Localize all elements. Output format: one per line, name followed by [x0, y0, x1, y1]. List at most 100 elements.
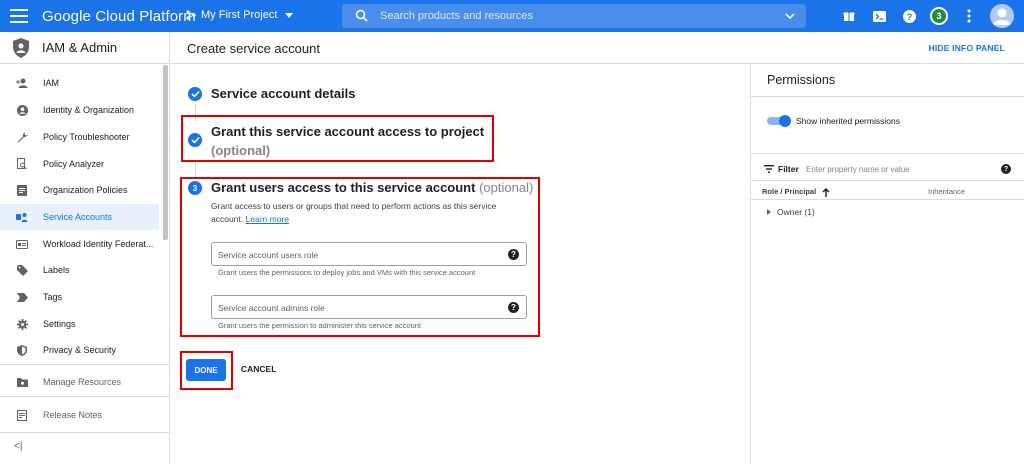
help-icon[interactable]: ?: [508, 302, 519, 313]
row-label: Owner (1): [777, 207, 815, 217]
shield-icon: [16, 344, 28, 356]
column-header-inheritance[interactable]: Inheritance: [928, 187, 965, 196]
sort-arrow-up-icon: [822, 187, 830, 197]
iam-shield-icon: [13, 37, 29, 58]
filter-icon: [764, 165, 774, 173]
learn-more-link[interactable]: Learn more: [246, 214, 289, 224]
cloud-shell-icon[interactable]: [870, 7, 888, 25]
account-circle-icon: [16, 104, 28, 116]
sidebar-item-label: IAM: [43, 78, 60, 88]
users-role-input[interactable]: [218, 247, 498, 262]
sidebar-item-settings[interactable]: Settings: [0, 311, 159, 337]
step-3-description: Grant access to users or groups that nee…: [211, 200, 511, 226]
wrench-icon: [16, 131, 28, 143]
help-icon[interactable]: ?: [508, 249, 519, 260]
sidebar-item-policy-analyzer[interactable]: Policy Analyzer: [0, 151, 159, 177]
more-vert-icon[interactable]: [960, 7, 978, 25]
id-card-icon: [16, 238, 28, 250]
nav-divider: [0, 364, 170, 365]
panel-divider: [751, 153, 1024, 154]
help-icon[interactable]: ?: [900, 7, 918, 25]
sidebar-item-policy-troubleshooter[interactable]: Policy Troubleshooter: [0, 124, 159, 150]
filter-input[interactable]: [806, 162, 991, 176]
chevron-down-icon: [285, 12, 294, 18]
nav-scrollbar[interactable]: [163, 65, 168, 240]
page-header: Create service account HIDE INFO PANEL: [171, 32, 1024, 64]
sidebar-item-label: Release Notes: [43, 410, 103, 420]
expand-arrow-icon: [767, 209, 771, 215]
filter-label: Filter: [778, 164, 799, 174]
person-add-icon: [16, 77, 28, 89]
sidebar-item-privacy-security[interactable]: Privacy & Security: [0, 337, 159, 363]
sidebar-item-iam[interactable]: IAM: [0, 70, 159, 96]
table-row[interactable]: Owner (1): [767, 207, 815, 217]
users-role-field[interactable]: ?: [211, 242, 527, 266]
step-complete-check-icon: [188, 133, 202, 147]
show-inherited-toggle[interactable]: [767, 115, 791, 127]
hide-info-panel-button[interactable]: HIDE INFO PANEL: [928, 43, 1005, 53]
top-app-bar: Google Cloud Platform My First Project S…: [0, 0, 1024, 32]
admins-role-input[interactable]: [218, 300, 498, 315]
service-account-icon: [16, 211, 28, 223]
step-2-title[interactable]: Grant this service account access to pro…: [211, 124, 484, 139]
nav-header: IAM & Admin: [0, 32, 169, 64]
sidebar-item-label: Workload Identity Federat...: [43, 239, 154, 249]
search-bar[interactable]: Search products and resources: [342, 4, 806, 28]
done-button[interactable]: DONE: [186, 359, 226, 381]
sidebar-item-label: Tags: [43, 292, 63, 302]
step-1-title[interactable]: Service account details: [211, 86, 356, 101]
page-title: Create service account: [187, 41, 320, 56]
step-3-title: Grant users access to this service accou…: [211, 180, 476, 195]
sidebar-item-label: Policy Troubleshooter: [43, 132, 130, 142]
panel-divider: [751, 180, 1024, 181]
avatar[interactable]: [990, 4, 1014, 28]
sidebar-item-label: Organization Policies: [43, 185, 128, 195]
toggle-knob: [779, 115, 791, 127]
sidebar-item-service-accounts[interactable]: Service Accounts: [0, 204, 159, 230]
notifications-badge[interactable]: 3: [930, 7, 948, 25]
step-3-optional: (optional): [479, 180, 534, 195]
folder-icon: [16, 376, 28, 388]
left-navigation: IAM & Admin IAM Identity & Organization …: [0, 32, 170, 464]
cancel-button[interactable]: CANCEL: [241, 364, 276, 374]
sidebar-item-organization-policies[interactable]: Organization Policies: [0, 177, 159, 203]
label-icon: [16, 264, 28, 276]
project-hub-icon: [186, 10, 196, 20]
toggle-label: Show inherited permissions: [796, 116, 900, 126]
admins-role-field[interactable]: ?: [211, 295, 527, 319]
sidebar-item-label: Privacy & Security: [43, 345, 117, 355]
sidebar-item-release-notes[interactable]: Release Notes: [0, 402, 159, 428]
collapse-nav-button[interactable]: <|: [14, 441, 22, 452]
gear-icon: [16, 318, 28, 330]
project-selector[interactable]: My First Project: [186, 9, 294, 21]
search-placeholder: Search products and resources: [380, 10, 533, 22]
sidebar-item-label: Identity & Organization: [43, 105, 135, 115]
column-header-role[interactable]: Role / Principal: [762, 187, 830, 197]
sidebar-item-tags[interactable]: Tags: [0, 284, 159, 310]
users-role-hint: Grant users the permissions to deploy jo…: [218, 268, 476, 277]
gift-icon[interactable]: [840, 7, 858, 25]
document-search-icon: [16, 158, 28, 170]
step-3-heading[interactable]: Grant users access to this service accou…: [211, 180, 533, 195]
sidebar-item-workload-identity-federation[interactable]: Workload Identity Federat...: [0, 231, 159, 257]
step-2-optional: (optional): [211, 143, 271, 158]
info-panel: Permissions Show inherited permissions F…: [750, 64, 1024, 464]
step-3-number: 3: [188, 181, 202, 195]
panel-divider: [751, 96, 1024, 97]
list-document-icon: [16, 184, 28, 196]
menu-icon[interactable]: [10, 9, 28, 23]
chevron-down-icon[interactable]: [784, 10, 796, 22]
nav-divider: [0, 432, 170, 433]
sidebar-item-identity-organization[interactable]: Identity & Organization: [0, 97, 159, 123]
sidebar-item-label: Settings: [43, 319, 76, 329]
sidebar-item-labels[interactable]: Labels: [0, 257, 159, 283]
sidebar-item-label: Manage Resources: [43, 377, 122, 387]
admins-role-hint: Grant users the permission to administer…: [218, 321, 422, 330]
help-icon[interactable]: ?: [1001, 164, 1011, 174]
notes-icon: [16, 409, 28, 421]
sidebar-item-manage-resources[interactable]: Manage Resources: [0, 369, 159, 395]
step-complete-check-icon: [188, 87, 202, 101]
tag-arrow-icon: [16, 291, 28, 303]
product-brand[interactable]: Google Cloud Platform: [42, 8, 196, 25]
top-bar-actions: ? 3: [840, 4, 1014, 28]
